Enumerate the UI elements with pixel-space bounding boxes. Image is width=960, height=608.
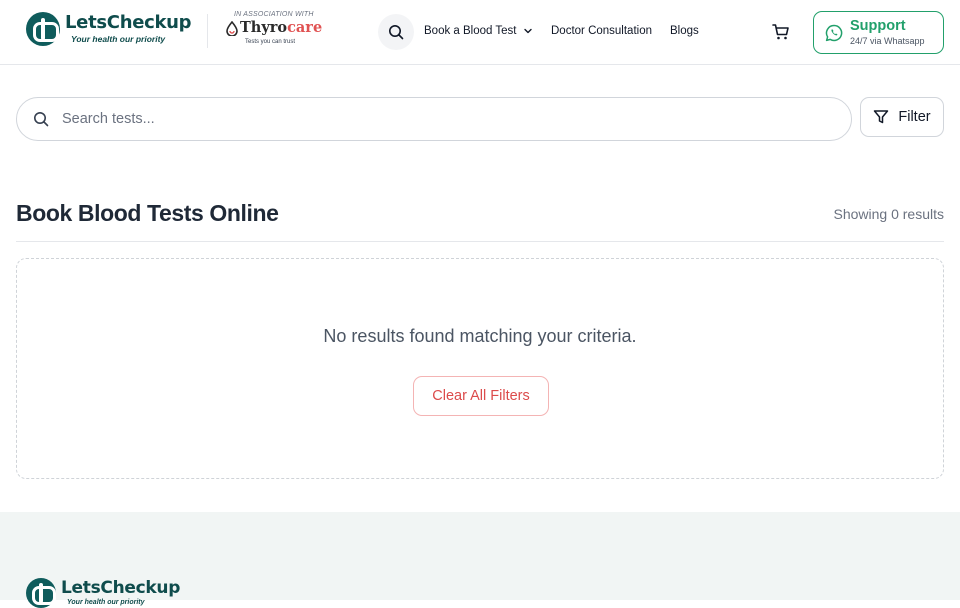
chevron-down-icon — [523, 26, 533, 36]
results-count: Showing 0 results — [833, 206, 944, 222]
site-header: LetsCheckup Your health our priority IN … — [0, 0, 960, 65]
header-search-button[interactable] — [378, 14, 414, 50]
support-title: Support — [850, 18, 906, 35]
support-texts: Support 24/7 via Whatsapp — [850, 19, 925, 46]
footer-logo-text: LetsCheckup Your health our priority — [61, 578, 181, 607]
support-whatsapp-button[interactable]: Support 24/7 via Whatsapp — [813, 11, 944, 54]
filter-button[interactable]: Filter — [860, 97, 944, 137]
site-footer: LetsCheckup Your health our priority — [0, 512, 960, 608]
blood-drop-icon — [226, 21, 238, 36]
footer-brand-logo[interactable]: LetsCheckup Your health our priority — [26, 578, 180, 608]
filter-icon — [874, 110, 889, 124]
search-icon — [34, 112, 49, 127]
partner-assoc-text: IN ASSOCIATION WITH — [234, 11, 314, 18]
brand-tagline: Your health our priority — [71, 34, 166, 45]
nav-blogs[interactable]: Blogs — [670, 25, 699, 37]
footer-brand-tagline: Your health our priority — [67, 599, 145, 606]
nav-book-blood-test[interactable]: Book a Blood Test — [424, 25, 533, 37]
empty-results-panel: No results found matching your criteria.… — [16, 258, 944, 479]
partner-name: Thyrocare — [240, 19, 322, 36]
footer-logo-mark-icon — [26, 578, 56, 608]
nav-doctor-consultation[interactable]: Doctor Consultation — [551, 25, 652, 37]
filter-label: Filter — [898, 109, 931, 125]
nav-book-label: Book a Blood Test — [424, 25, 517, 37]
brand-name: LetsCheckup — [65, 12, 192, 34]
brand-logo-mark-icon — [26, 12, 60, 46]
footer-brand-name: LetsCheckup — [61, 578, 181, 598]
title-divider — [16, 241, 944, 242]
test-search-bar — [16, 97, 852, 141]
support-subtitle: 24/7 via Whatsapp — [850, 35, 925, 46]
partner-name-b: care — [287, 19, 323, 36]
partner-tagline: Tests you can trust — [245, 39, 296, 45]
search-input[interactable] — [62, 111, 762, 127]
partner-logo: IN ASSOCIATION WITH Thyrocare Tests you … — [224, 11, 324, 49]
header-divider — [207, 14, 208, 48]
cart-icon — [772, 24, 789, 40]
whatsapp-icon — [825, 24, 843, 41]
brand-logo-text: LetsCheckup Your health our priority — [65, 12, 192, 45]
brand-logo[interactable]: LetsCheckup Your health our priority — [26, 12, 192, 46]
search-icon — [389, 25, 404, 40]
empty-message: No results found matching your criteria. — [323, 326, 637, 346]
page-title: Book Blood Tests Online — [16, 200, 279, 226]
cart-button[interactable] — [771, 23, 791, 41]
clear-filters-button[interactable]: Clear All Filters — [413, 376, 549, 416]
partner-name-a: Thyro — [240, 19, 288, 36]
